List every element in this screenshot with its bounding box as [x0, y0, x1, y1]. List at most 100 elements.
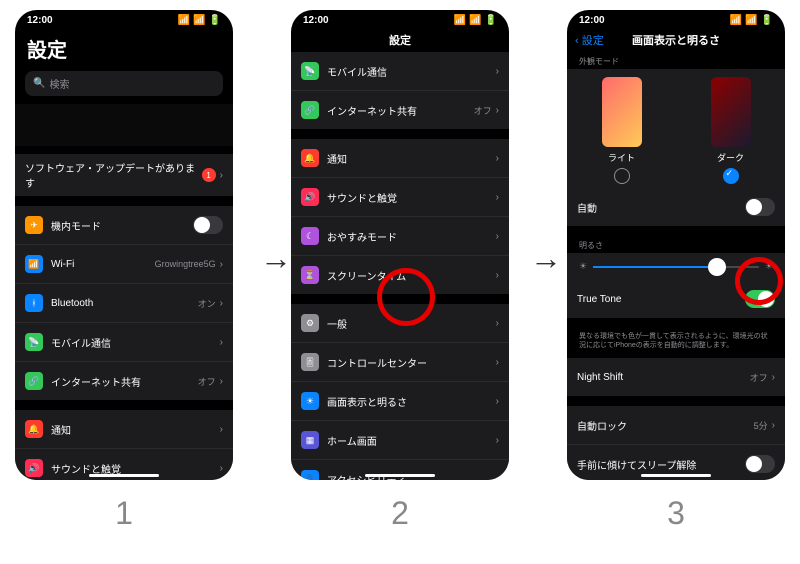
- status-time: 12:00: [303, 15, 329, 26]
- signal-icon: 📶: [454, 15, 466, 26]
- home-indicator[interactable]: [641, 474, 711, 477]
- radio-selected-icon: [723, 168, 739, 184]
- row-label: インターネット共有: [51, 374, 198, 389]
- chevron-right-icon: ›: [220, 170, 223, 181]
- row-label: インターネット共有: [327, 103, 474, 118]
- back-button[interactable]: ‹ 設定: [575, 32, 604, 48]
- gear-icon: ⚙: [301, 314, 319, 332]
- speaker-icon: 🔊: [25, 459, 43, 477]
- status-time: 12:00: [27, 15, 53, 26]
- home-indicator[interactable]: [365, 474, 435, 477]
- section-brightness: 明るさ: [567, 236, 785, 253]
- row-label: 通知: [327, 151, 496, 166]
- nightshift-row[interactable]: Night Shift オフ ›: [567, 358, 785, 396]
- chevron-right-icon: ›: [220, 337, 223, 348]
- truetone-toggle[interactable]: [745, 290, 775, 308]
- bluetooth-icon: ᚼ: [25, 294, 43, 312]
- chevron-right-icon: ›: [772, 372, 775, 383]
- home-indicator[interactable]: [89, 474, 159, 477]
- apple-id-row[interactable]: [15, 104, 233, 146]
- antenna-icon: 📡: [301, 62, 319, 80]
- settings-row-airplane[interactable]: ✈ 機内モード: [15, 206, 233, 245]
- settings-row-hourglass[interactable]: ⏳スクリーンタイム›: [291, 256, 509, 294]
- chevron-right-icon: ›: [496, 396, 499, 407]
- row-label: 通知: [51, 422, 220, 437]
- status-bar: 12:00 📶 📶 🔋: [567, 10, 785, 28]
- chevron-right-icon: ›: [496, 66, 499, 77]
- brightness-slider[interactable]: ☀ ☀: [567, 253, 785, 280]
- wifi-icon: 📶: [193, 15, 205, 26]
- chevron-right-icon: ›: [496, 318, 499, 329]
- settings-row-wifi[interactable]: 📶Wi-FiGrowingtree5G›: [15, 245, 233, 284]
- chevron-right-icon: ›: [772, 420, 775, 431]
- settings-row-grid[interactable]: ▦ホーム画面›: [291, 421, 509, 460]
- appearance-dark-option[interactable]: ダーク: [711, 77, 751, 184]
- truetone-footnote: 異なる環境でも色が一貫して表示されるように、環境光の状況に応じてiPhoneの表…: [567, 328, 785, 358]
- chevron-right-icon: ›: [220, 424, 223, 435]
- search-input[interactable]: 🔍 検索: [25, 71, 223, 96]
- settings-row-person[interactable]: 👤アクセシビリティ›: [291, 460, 509, 480]
- status-bar: 12:00 📶 📶 🔋: [15, 10, 233, 28]
- truetone-row[interactable]: True Tone: [567, 280, 785, 318]
- chevron-right-icon: ›: [496, 192, 499, 203]
- autolock-row[interactable]: 自動ロック 5分 ›: [567, 406, 785, 445]
- settings-row-toggles[interactable]: 🎚コントロールセンター›: [291, 343, 509, 382]
- row-label: おやすみモード: [327, 229, 496, 244]
- phone-3-display-brightness: 12:00 📶 📶 🔋 ‹ 設定 画面表示と明るさ 外観モード ライト: [567, 10, 785, 480]
- settings-row-antenna[interactable]: 📡モバイル通信›: [15, 323, 233, 362]
- nightshift-value: オフ: [750, 371, 768, 384]
- wifi-icon: 📶: [25, 255, 43, 273]
- back-label: 設定: [582, 35, 604, 47]
- settings-row-moon[interactable]: ☾おやすみモード›: [291, 217, 509, 256]
- software-update-row[interactable]: ソフトウェア・アップデートがあります 1 ›: [15, 154, 233, 196]
- phone-2-settings-scrolled: 12:00 📶 📶 🔋 設定 📡モバイル通信›🔗インターネット共有オフ› 🔔通知…: [291, 10, 509, 480]
- status-time: 12:00: [579, 15, 605, 26]
- settings-row-antenna[interactable]: 📡モバイル通信›: [291, 52, 509, 91]
- settings-row-speaker[interactable]: 🔊サウンドと触覚›: [291, 178, 509, 217]
- autolock-value: 5分: [754, 419, 768, 432]
- nav-bar: 設定: [291, 28, 509, 52]
- truetone-label: True Tone: [577, 294, 745, 305]
- automatic-toggle[interactable]: [745, 198, 775, 216]
- page-title: 画面表示と明るさ: [632, 32, 720, 48]
- hourglass-icon: ⏳: [301, 266, 319, 284]
- wifi-icon: 📶: [469, 15, 481, 26]
- signal-icon: 📶: [730, 15, 742, 26]
- status-bar: 12:00 📶 📶 🔋: [291, 10, 509, 28]
- link-icon: 🔗: [25, 372, 43, 390]
- row-label: コントロールセンター: [327, 355, 496, 370]
- settings-row-bluetooth[interactable]: ᚼBluetoothオン›: [15, 284, 233, 323]
- row-value: オフ: [474, 104, 492, 117]
- settings-row-gear[interactable]: ⚙一般›: [291, 304, 509, 343]
- phone-1-settings-root: 12:00 📶 📶 🔋 設定 🔍 検索 ソフトウェア・アップデートがあります 1: [15, 10, 233, 480]
- step-number-2: 2: [391, 495, 409, 532]
- row-value: Growingtree5G: [155, 259, 216, 269]
- settings-row-link[interactable]: 🔗インターネット共有オフ›: [291, 91, 509, 129]
- moon-icon: ☾: [301, 227, 319, 245]
- sun-dim-icon: ☀: [579, 261, 587, 272]
- row-label: 機内モード: [51, 218, 193, 233]
- row-value: オフ: [198, 375, 216, 388]
- page-title: 設定: [15, 28, 233, 67]
- raise-toggle[interactable]: [745, 455, 775, 473]
- settings-row-link[interactable]: 🔗インターネット共有オフ›: [15, 362, 233, 400]
- appearance-light-option[interactable]: ライト: [602, 77, 642, 184]
- signal-icon: 📶: [178, 15, 190, 26]
- speaker-icon: 🔊: [301, 188, 319, 206]
- automatic-row[interactable]: 自動: [567, 188, 785, 226]
- chevron-right-icon: ›: [496, 153, 499, 164]
- light-preview: [602, 77, 642, 147]
- airplane-icon: ✈: [25, 216, 43, 234]
- battery-icon: 🔋: [761, 15, 773, 26]
- settings-row-bell[interactable]: 🔔通知›: [15, 410, 233, 449]
- person-icon: 👤: [301, 470, 319, 480]
- battery-icon: 🔋: [485, 15, 497, 26]
- settings-row-sun[interactable]: ☀画面表示と明るさ›: [291, 382, 509, 421]
- search-icon: 🔍: [33, 78, 45, 89]
- row-toggle[interactable]: [193, 216, 223, 234]
- row-label: Bluetooth: [51, 298, 198, 309]
- settings-row-bell[interactable]: 🔔通知›: [291, 139, 509, 178]
- battery-icon: 🔋: [209, 15, 221, 26]
- nav-bar: ‹ 設定 画面表示と明るさ: [567, 28, 785, 52]
- grid-icon: ▦: [301, 431, 319, 449]
